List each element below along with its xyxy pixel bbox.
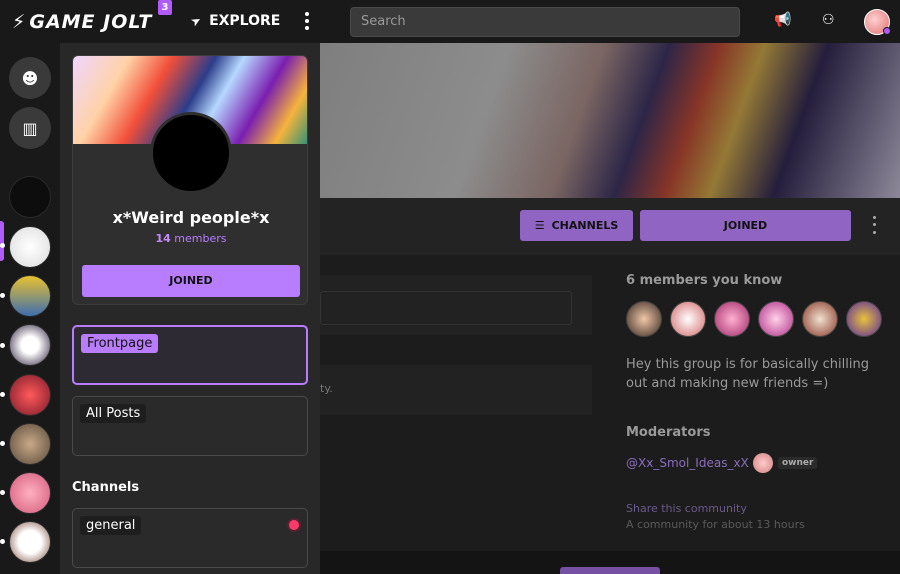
- notification-badge[interactable]: 3: [158, 0, 172, 15]
- menu-icon: ☰: [534, 219, 545, 232]
- community-sidebar: x*Weird people*x 14 members JOINED Front…: [60, 43, 320, 574]
- library-icon[interactable]: ▥: [9, 107, 51, 149]
- explore-label: EXPLORE: [209, 13, 281, 29]
- member-avatar[interactable]: [846, 301, 882, 337]
- compass-icon: ➤: [188, 12, 204, 30]
- community-icon-weird-people[interactable]: [9, 176, 51, 218]
- feed-item: ty.: [320, 365, 592, 415]
- community-icon-8[interactable]: [9, 521, 51, 563]
- unread-dot: [0, 293, 5, 298]
- bottom-button[interactable]: [560, 567, 660, 574]
- chat-icon[interactable]: ☻: [9, 57, 51, 99]
- community-avatar[interactable]: [150, 112, 232, 194]
- moderators-title: Moderators: [626, 425, 711, 440]
- community-icon-7[interactable]: [9, 472, 51, 514]
- active-indicator: [0, 221, 4, 261]
- joined-button[interactable]: JOINED: [82, 265, 300, 297]
- community-icon-6[interactable]: [9, 423, 51, 465]
- search-input[interactable]: Search: [350, 7, 740, 37]
- unread-dot: [0, 441, 5, 446]
- community-icon-3[interactable]: [9, 275, 51, 317]
- community-icon-4[interactable]: [9, 324, 51, 366]
- main-content: ☰ CHANNELS JOINED ty. 6 members you know …: [320, 43, 900, 574]
- unread-indicator: [289, 520, 299, 530]
- channel-all-posts-label: All Posts: [80, 404, 147, 423]
- feed-text: ty.: [320, 382, 333, 395]
- channel-frontpage[interactable]: Frontpage: [72, 325, 308, 385]
- member-count-label: members: [174, 232, 227, 245]
- moderator-link[interactable]: @Xx_Smol_Ideas_xX: [626, 456, 749, 470]
- channel-all-posts[interactable]: All Posts: [72, 396, 308, 456]
- owner-badge: owner: [778, 457, 818, 469]
- friends-icon[interactable]: ⚇: [822, 12, 835, 28]
- top-bar: ⚡ GAME JOLT 3 ➤ EXPLORE Search 📢 ⚇: [0, 0, 900, 43]
- online-status-dot: [883, 27, 891, 35]
- community-icon-5[interactable]: [9, 374, 51, 416]
- unread-dot: [0, 243, 5, 248]
- member-avatar[interactable]: [802, 301, 838, 337]
- member-avatar[interactable]: [670, 301, 706, 337]
- members-you-know-title: 6 members you know: [626, 273, 783, 288]
- post-input[interactable]: [320, 291, 572, 325]
- member-count-number: 14: [155, 232, 171, 245]
- unread-dot: [0, 343, 5, 348]
- channel-frontpage-label: Frontpage: [81, 334, 159, 353]
- post-composer: [320, 275, 592, 335]
- community-options-button[interactable]: [871, 214, 877, 236]
- unread-dot: [0, 392, 5, 397]
- community-header-banner: [320, 43, 900, 198]
- member-avatar[interactable]: [758, 301, 794, 337]
- bolt-icon: ⚡: [12, 11, 27, 33]
- community-rail: ☻ ▥: [0, 43, 60, 574]
- community-title: x*Weird people*x: [112, 208, 270, 227]
- explore-link[interactable]: ➤ EXPLORE: [188, 12, 281, 30]
- member-avatar[interactable]: [714, 301, 750, 337]
- member-avatar[interactable]: [626, 301, 662, 337]
- community-icon-2[interactable]: [9, 226, 51, 268]
- community-description: Hey this group is for basically chilling…: [626, 357, 869, 391]
- game-jolt-logo[interactable]: ⚡ GAME JOLT: [12, 11, 152, 33]
- community-age: A community for about 13 hours: [626, 518, 805, 531]
- community-card: x*Weird people*x 14 members JOINED: [72, 55, 308, 305]
- megaphone-icon[interactable]: 📢: [774, 12, 791, 28]
- member-count[interactable]: 14 members: [73, 232, 307, 245]
- channels-button-label: CHANNELS: [551, 219, 619, 232]
- channels-heading: Channels: [72, 480, 140, 495]
- joined-button-main[interactable]: JOINED: [640, 210, 851, 241]
- channels-button[interactable]: ☰ CHANNELS: [520, 210, 633, 241]
- channel-general-label: general: [80, 516, 142, 535]
- unread-dot: [0, 539, 5, 544]
- channel-general[interactable]: general: [72, 508, 308, 568]
- share-community-link[interactable]: Share this community: [626, 502, 747, 515]
- more-menu-button[interactable]: [300, 10, 314, 32]
- logo-text: GAME JOLT: [29, 11, 153, 33]
- moderator-avatar[interactable]: [753, 453, 773, 473]
- unread-dot: [0, 490, 5, 495]
- community-action-bar: ☰ CHANNELS JOINED: [320, 198, 900, 255]
